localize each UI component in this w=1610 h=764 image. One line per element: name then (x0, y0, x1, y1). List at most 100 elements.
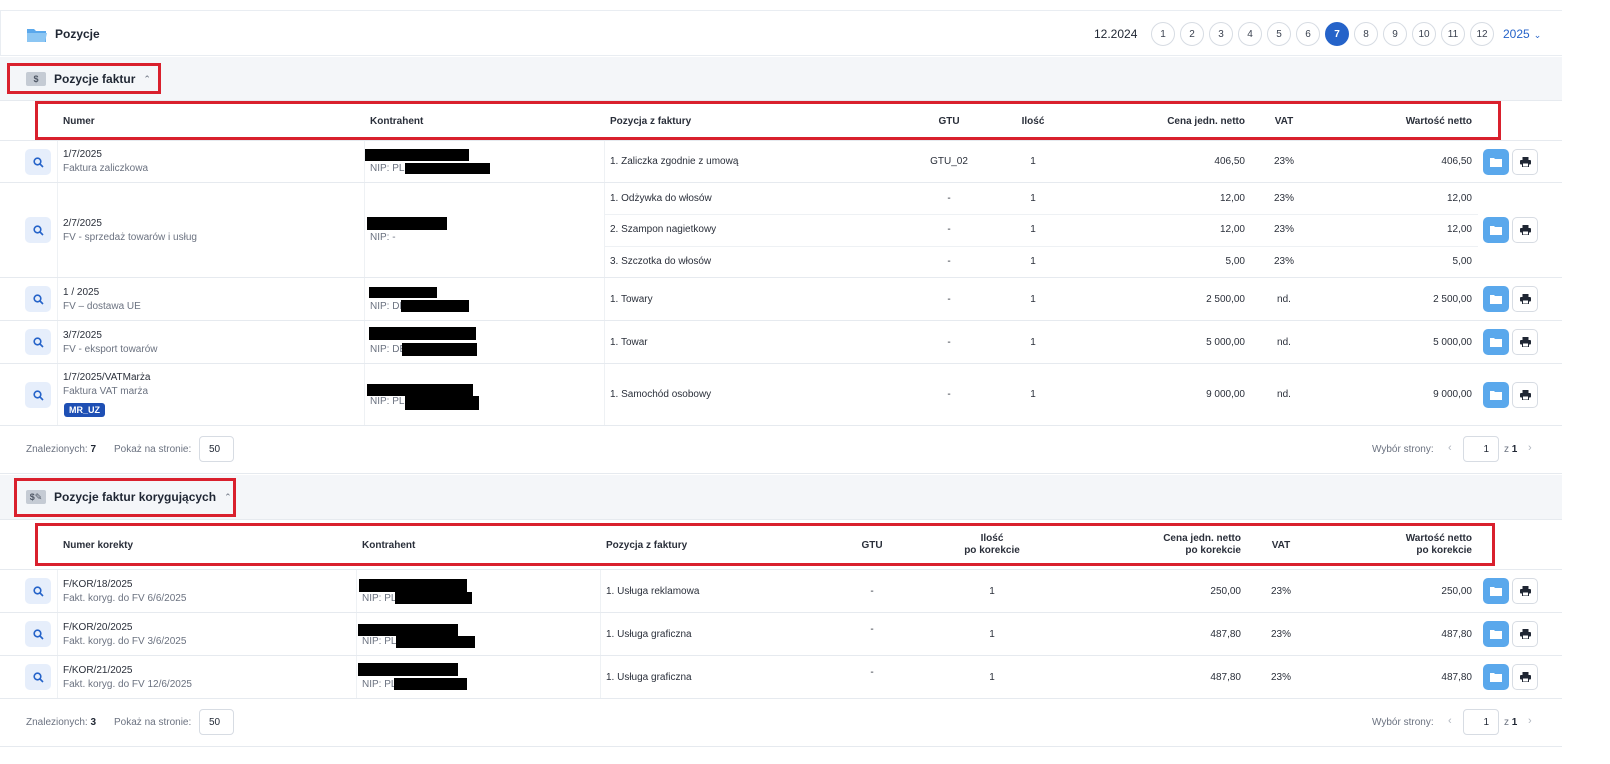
folder-icon (27, 29, 47, 42)
open-folder-button[interactable] (1483, 149, 1509, 175)
printer-icon (1519, 337, 1531, 347)
month-4[interactable]: 4 (1238, 22, 1262, 46)
item-value: 9 000,00 (1433, 389, 1472, 400)
per-page-label: Pokaż na stronie: (114, 444, 192, 455)
item-vat: 23% (1270, 672, 1291, 683)
nip-label: NIP: PL (370, 396, 405, 407)
table-row: 1 / 2025 FV – dostawa UE NIP: DE 1. Towa… (0, 278, 1562, 321)
nip-label: NIP: PL (362, 636, 397, 647)
item-gtu: - (870, 667, 874, 678)
item-gtu: - (947, 193, 951, 204)
folder-icon (1490, 391, 1502, 400)
search-button[interactable] (25, 578, 51, 604)
print-button[interactable] (1512, 149, 1538, 175)
item-price: 487,80 (1210, 672, 1241, 683)
printer-icon (1519, 586, 1531, 596)
month-1[interactable]: 1 (1151, 22, 1175, 46)
search-button[interactable] (25, 286, 51, 312)
open-folder-button[interactable] (1483, 621, 1509, 647)
month-8[interactable]: 8 (1354, 22, 1378, 46)
open-folder-button[interactable] (1483, 329, 1509, 355)
per-page-input[interactable]: 50 (199, 436, 234, 462)
chevron-right-icon[interactable]: › (1528, 442, 1532, 454)
month-12[interactable]: 12 (1470, 22, 1494, 46)
search-icon (32, 389, 44, 401)
print-button[interactable] (1512, 217, 1538, 243)
item-value: 487,80 (1441, 629, 1472, 640)
printer-icon (1519, 225, 1531, 235)
nip-label: NIP: PL (362, 593, 397, 604)
invoice-type: Faktura VAT marża (63, 386, 149, 397)
item-name: 1. Usługa graficzna (606, 629, 692, 640)
printer-icon (1519, 390, 1531, 400)
item-value: 487,80 (1441, 672, 1472, 683)
redacted-nip (405, 163, 490, 174)
print-button[interactable] (1512, 329, 1538, 355)
month-9[interactable]: 9 (1383, 22, 1407, 46)
item-vat: 23% (1270, 629, 1291, 640)
open-folder-button[interactable] (1483, 664, 1509, 690)
item-name: 2. Szampon nagietkowy (610, 224, 717, 235)
search-button[interactable] (25, 217, 51, 243)
folder-icon (1490, 630, 1502, 639)
invoice-type: Faktura zaliczkowa (63, 163, 149, 174)
print-button[interactable] (1512, 664, 1538, 690)
item-vat: nd. (1277, 389, 1291, 400)
chevron-left-icon[interactable]: ‹ (1448, 442, 1452, 454)
per-page-input[interactable]: 50 (199, 709, 234, 735)
chevron-left-icon[interactable]: ‹ (1448, 715, 1452, 727)
redacted-name (369, 287, 437, 298)
page-total: z 1 (1504, 717, 1518, 728)
search-icon (32, 156, 44, 168)
item-price: 487,80 (1210, 629, 1241, 640)
item-price: 5,00 (1225, 256, 1245, 267)
redacted-nip (401, 300, 469, 312)
redacted-name (367, 217, 447, 230)
month-2[interactable]: 2 (1180, 22, 1204, 46)
item-price: 12,00 (1219, 193, 1245, 204)
item-qty: 1 (1030, 337, 1036, 348)
item-value: 12,00 (1446, 193, 1472, 204)
item-value: 406,50 (1441, 156, 1472, 167)
invoice-type: FV – dostawa UE (63, 301, 141, 312)
search-button[interactable] (25, 329, 51, 355)
print-button[interactable] (1512, 621, 1538, 647)
month-10[interactable]: 10 (1412, 22, 1436, 46)
print-button[interactable] (1512, 578, 1538, 604)
month-6[interactable]: 6 (1296, 22, 1320, 46)
item-qty: 1 (1030, 294, 1036, 305)
search-button[interactable] (25, 149, 51, 175)
month-5[interactable]: 5 (1267, 22, 1291, 46)
month-11[interactable]: 11 (1441, 22, 1465, 46)
print-button[interactable] (1512, 382, 1538, 408)
table-row: F/KOR/18/2025 Fakt. koryg. do FV 6/6/202… (0, 570, 1562, 613)
item-vat: nd. (1277, 337, 1291, 348)
redacted-name (358, 663, 458, 676)
search-icon (32, 293, 44, 305)
search-button[interactable] (25, 664, 51, 690)
open-folder-button[interactable] (1483, 382, 1509, 408)
redacted-name (367, 384, 473, 396)
print-button[interactable] (1512, 286, 1538, 312)
search-button[interactable] (25, 382, 51, 408)
page-input[interactable]: 1 (1463, 709, 1499, 735)
correction-number: F/KOR/21/2025 (63, 665, 133, 676)
open-folder-button[interactable] (1483, 286, 1509, 312)
page-select-label: Wybór strony: (1372, 444, 1434, 455)
item-gtu: - (947, 389, 951, 400)
invoice-type: FV - eksport towarów (63, 344, 158, 355)
month-3[interactable]: 3 (1209, 22, 1233, 46)
correction-number: F/KOR/18/2025 (63, 579, 133, 590)
printer-icon (1519, 672, 1531, 682)
open-folder-button[interactable] (1483, 578, 1509, 604)
open-folder-button[interactable] (1483, 217, 1509, 243)
year-dropdown[interactable]: 2025 ⌄ (1503, 27, 1541, 41)
item-qty: 1 (989, 629, 995, 640)
month-7-active[interactable]: 7 (1325, 22, 1349, 46)
search-button[interactable] (25, 621, 51, 647)
page-input[interactable]: 1 (1463, 436, 1499, 462)
item-gtu: - (947, 294, 951, 305)
chevron-right-icon[interactable]: › (1528, 715, 1532, 727)
item-value: 2 500,00 (1433, 294, 1472, 305)
item-vat: 23% (1273, 156, 1294, 167)
